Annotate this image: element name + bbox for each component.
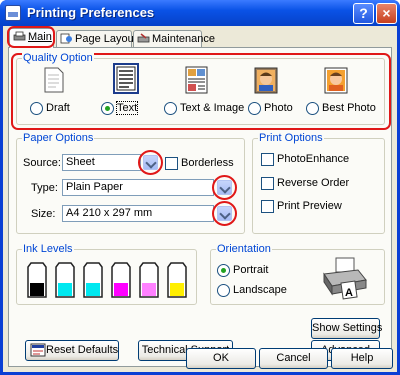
photo-enhance-label[interactable]: PhotoEnhance: [277, 153, 349, 165]
tab-main[interactable]: Main: [9, 28, 54, 48]
quality-text-radio[interactable]: [101, 102, 114, 115]
reset-defaults-icon: [30, 343, 46, 357]
dialog-client-area: Main Page Layout Maintenance Quality Opt…: [3, 26, 397, 372]
quality-option-group: Quality Option Draft Text Text & Image P…: [16, 52, 385, 125]
type-label: Type:: [31, 182, 58, 194]
quality-option-label: Quality Option: [22, 52, 94, 64]
help-label: Help: [350, 352, 374, 364]
text-page-icon: [113, 63, 139, 94]
size-label: Size:: [31, 208, 56, 220]
tab-main-label: Main: [28, 31, 52, 43]
quality-draft-radio[interactable]: [30, 102, 43, 115]
svg-text:A: A: [345, 287, 353, 299]
tab-maintenance-label: Maintenance: [152, 33, 215, 45]
landscape-label[interactable]: Landscape: [233, 284, 287, 296]
tab-page-layout-label: Page Layout: [75, 33, 137, 45]
orientation-group: Orientation Portrait Landscape A: [210, 243, 385, 305]
cancel-button[interactable]: Cancel: [259, 348, 328, 369]
quality-best-photo-label[interactable]: Best Photo: [322, 102, 376, 114]
show-settings-button[interactable]: Show Settings: [311, 318, 383, 339]
quality-text-image-label[interactable]: Text & Image: [180, 102, 244, 114]
ink-cartridge-3: [111, 262, 131, 298]
type-dropdown-button[interactable]: [217, 180, 232, 195]
portrait-radio[interactable]: [217, 264, 230, 277]
source-label: Source:: [23, 157, 61, 169]
ink-cartridge-4: [139, 262, 159, 298]
best-photo-icon: [324, 67, 348, 94]
ok-button[interactable]: OK: [186, 348, 256, 369]
landscape-radio[interactable]: [217, 284, 230, 297]
cancel-label: Cancel: [276, 352, 311, 364]
portrait-label[interactable]: Portrait: [233, 264, 268, 276]
print-preview-label[interactable]: Print Preview: [277, 200, 342, 212]
page-layout-tab-icon: [60, 33, 72, 44]
type-select[interactable]: Plain Paper: [62, 179, 214, 196]
source-select[interactable]: Sheet: [62, 154, 141, 171]
borderless-checkbox[interactable]: [165, 157, 178, 170]
title-help-button[interactable]: ?: [353, 3, 374, 24]
quality-best-photo-radio[interactable]: [306, 102, 319, 115]
print-options-group: Print Options PhotoEnhance Reverse Order…: [252, 132, 385, 234]
photo-enhance-checkbox[interactable]: [261, 153, 274, 166]
quality-photo-label[interactable]: Photo: [264, 102, 293, 114]
printer-orientation-icon: A: [323, 257, 367, 300]
show-settings-label: Show Settings: [312, 322, 383, 334]
photo-icon: [254, 67, 278, 94]
size-dropdown-button[interactable]: [217, 206, 232, 221]
quality-text-image-radio[interactable]: [164, 102, 177, 115]
ink-cartridge-5: [167, 262, 187, 298]
paper-options-group: Paper Options Source: Sheet Borderless T…: [16, 132, 245, 234]
title-bar[interactable]: Printing Preferences ? ×: [0, 0, 400, 26]
size-select[interactable]: A4 210 x 297 mm: [62, 205, 214, 222]
ink-cartridge-2: [83, 262, 103, 298]
ink-levels-group: Ink Levels: [16, 243, 197, 305]
ok-label: OK: [213, 352, 229, 364]
source-dropdown-button[interactable]: [143, 155, 158, 170]
window-title: Printing Preferences: [27, 5, 155, 20]
paper-options-label: Paper Options: [22, 132, 95, 144]
main-tab-panel: Quality Option Draft Text Text & Image P…: [8, 47, 392, 367]
reverse-order-checkbox[interactable]: [261, 177, 274, 190]
reset-defaults-label: Reset Defaults: [46, 344, 119, 356]
orientation-label: Orientation: [216, 243, 272, 255]
text-image-page-icon: [185, 66, 208, 94]
quality-draft-label[interactable]: Draft: [46, 102, 70, 114]
maintenance-tab-icon: [137, 33, 150, 43]
ink-cartridge-1: [55, 262, 75, 298]
draft-page-icon: [44, 67, 64, 93]
printing-preferences-window: Printing Preferences ? × Main Page Layou…: [0, 0, 400, 375]
tab-page-layout[interactable]: Page Layout: [56, 30, 137, 48]
reverse-order-label[interactable]: Reverse Order: [277, 177, 349, 189]
borderless-label[interactable]: Borderless: [181, 157, 234, 169]
quality-photo-radio[interactable]: [248, 102, 261, 115]
print-preview-checkbox[interactable]: [261, 200, 274, 213]
printer-tab-icon: [13, 31, 26, 41]
help-button[interactable]: Help: [331, 348, 393, 369]
title-close-button[interactable]: ×: [376, 3, 397, 24]
reset-defaults-button[interactable]: Reset Defaults: [25, 340, 119, 361]
quality-text-label[interactable]: Text: [115, 101, 139, 115]
printer-app-icon: [5, 5, 21, 21]
ink-cartridge-0: [27, 262, 47, 298]
ink-levels-label: Ink Levels: [22, 243, 74, 255]
print-options-label: Print Options: [258, 132, 324, 144]
tab-maintenance[interactable]: Maintenance: [133, 30, 215, 48]
